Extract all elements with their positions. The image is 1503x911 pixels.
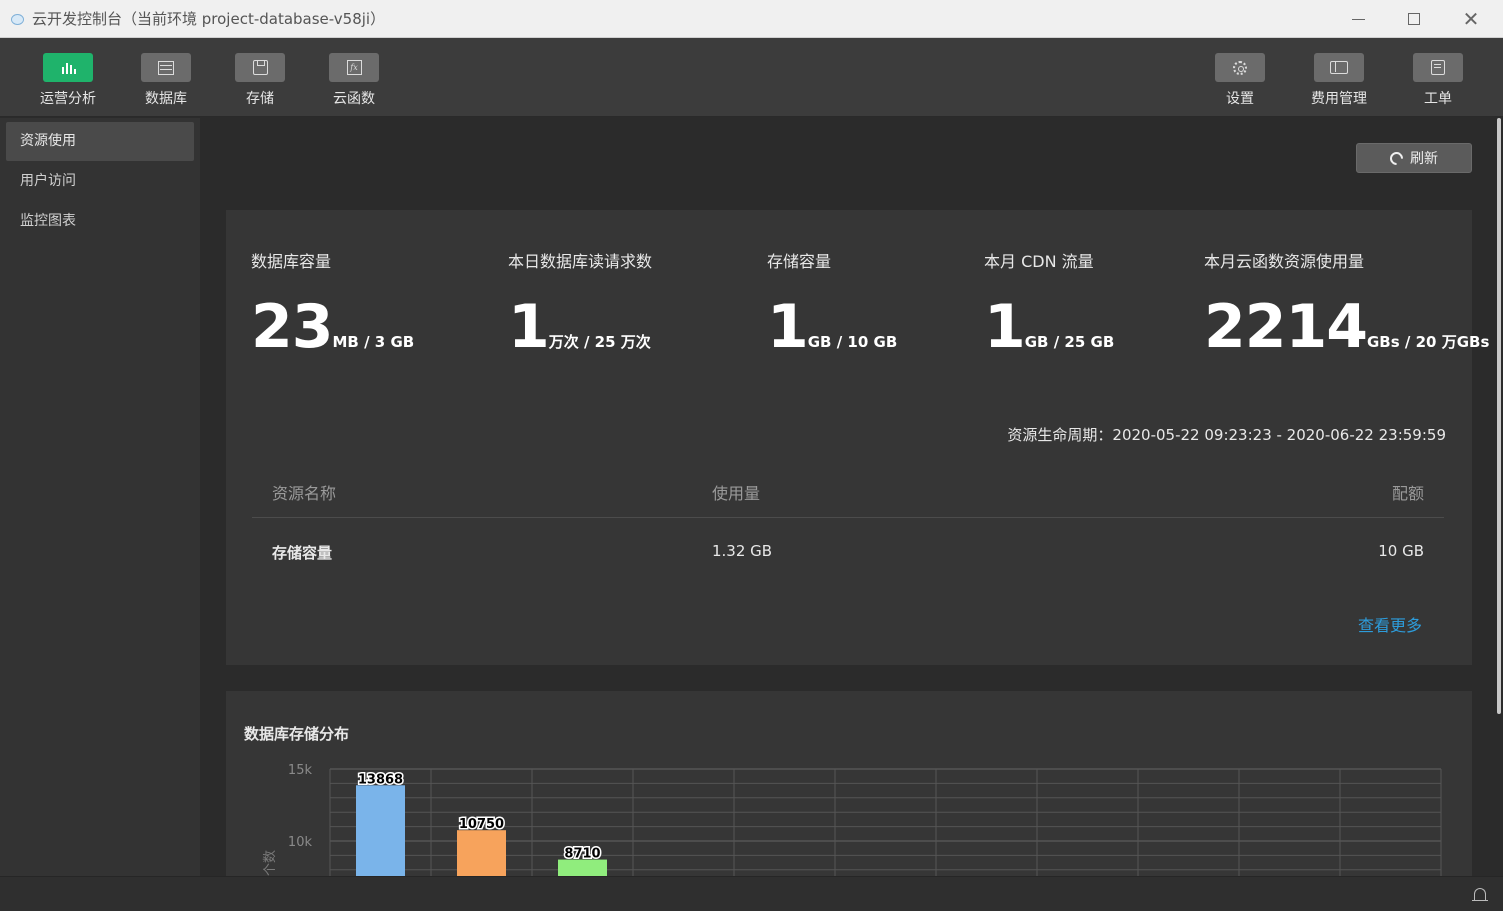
tool-analytics[interactable]: 运营分析 (28, 53, 108, 108)
refresh-button[interactable]: 刷新 (1356, 143, 1472, 173)
main-toolbar: 运营分析 数据库 存储 fx 云函数 设置 费用管理 工单 (0, 38, 1503, 117)
minimize-icon (1351, 18, 1365, 20)
y-tick-label: 15k (288, 763, 313, 778)
view-more-link[interactable]: 查看更多 (1358, 612, 1422, 636)
refresh-label: 刷新 (1410, 151, 1438, 167)
cell-usage: 1.32 GB (712, 542, 773, 560)
maximize-button[interactable] (1386, 0, 1442, 38)
cell-resource-name: 存储容量 (272, 544, 333, 562)
bar-data-label: 13868 (358, 772, 403, 787)
gear-icon (1233, 60, 1247, 75)
metric-label: 存储容量 (767, 252, 832, 271)
y-tick-label: 10k (288, 835, 313, 850)
header-quota: 配额 (1391, 484, 1424, 503)
tool-label: 工单 (1424, 91, 1452, 107)
title-bar: 云开发控制台（当前环境 project-database-v58ji） ✕ (0, 0, 1503, 38)
billing-icon (1330, 61, 1348, 74)
cell-quota: 10 GB (1378, 542, 1424, 560)
metric-unit: 万次 / 25 万次 (548, 333, 651, 351)
metric-unit: MB / 3 GB (332, 333, 415, 351)
storage-distribution-card: 数据库存储分布 15k 10k 个数 13868 10750 8710 (226, 691, 1472, 876)
tool-label: 设置 (1226, 91, 1254, 107)
tool-ticket[interactable]: 工单 (1398, 53, 1478, 108)
tool-billing[interactable]: 费用管理 (1299, 53, 1379, 108)
sidebar-item-resource-usage[interactable]: 资源使用 (6, 122, 194, 161)
metric-label: 本月云函数资源使用量 (1204, 252, 1365, 271)
bar-chart-icon (60, 61, 76, 75)
chart-bar (356, 785, 405, 876)
tool-label: 存储 (246, 91, 274, 107)
refresh-icon (1387, 148, 1406, 168)
tool-settings[interactable]: 设置 (1200, 53, 1280, 108)
metric-label: 本日数据库读请求数 (508, 252, 653, 271)
resource-lifecycle: 资源生命周期：2020-05-22 09:23:23 - 2020-06-22 … (1007, 426, 1446, 444)
tool-label: 数据库 (145, 91, 187, 107)
metric-label: 本月 CDN 流量 (984, 252, 1094, 271)
tool-label: 云函数 (333, 91, 375, 107)
tool-database[interactable]: 数据库 (126, 53, 206, 108)
table-header: 资源名称 使用量 配额 (252, 472, 1444, 518)
metric-functions: 本月云函数资源使用量 2214GBs / 20 万GBs (1204, 248, 1489, 362)
metric-unit: GB / 25 GB (1024, 333, 1115, 351)
storage-distribution-chart: 15k 10k 个数 13868 10750 8710 (263, 763, 1442, 876)
app-icon (10, 12, 24, 26)
tool-functions[interactable]: fx 云函数 (314, 53, 394, 108)
metric-db-reads: 本日数据库读请求数 1万次 / 25 万次 (508, 248, 652, 362)
metric-storage: 存储容量 1GB / 10 GB (767, 248, 897, 362)
metric-label: 数据库容量 (251, 252, 332, 271)
ticket-icon (1431, 60, 1445, 75)
close-button[interactable]: ✕ (1443, 0, 1499, 38)
bell-icon[interactable] (1472, 888, 1488, 901)
metric-db-capacity: 数据库容量 23MB / 3 GB (251, 248, 414, 362)
scrollbar-thumb[interactable] (1497, 118, 1501, 714)
metric-value: 2214 (1204, 292, 1368, 362)
metric-cdn: 本月 CDN 流量 1GB / 25 GB (984, 248, 1114, 362)
metric-value: 23 (251, 292, 333, 362)
metric-unit: GB / 10 GB (807, 333, 898, 351)
header-resource-name: 资源名称 (272, 484, 337, 503)
sidebar-item-user-access[interactable]: 用户访问 (6, 162, 194, 201)
database-icon (158, 60, 174, 75)
bar-data-label: 10750 (459, 817, 504, 832)
chart-bar (558, 859, 607, 876)
close-icon: ✕ (1462, 7, 1480, 31)
y-axis-label: 个数 (263, 850, 278, 876)
storage-icon (252, 60, 268, 75)
bar-data-label: 8710 (564, 847, 600, 862)
table-row: 存储容量 1.32 GB 10 GB (252, 534, 1444, 570)
metric-value: 1 (508, 292, 550, 362)
minimize-button[interactable] (1330, 0, 1386, 38)
status-bar (0, 876, 1503, 911)
window-title: 云开发控制台（当前环境 project-database-v58ji） (32, 10, 386, 28)
tool-label: 运营分析 (40, 91, 96, 107)
tool-storage[interactable]: 存储 (220, 53, 300, 108)
metric-value: 1 (984, 292, 1026, 362)
maximize-icon (1408, 13, 1420, 25)
sidebar: 资源使用 用户访问 监控图表 (0, 118, 200, 876)
metric-value: 1 (767, 292, 809, 362)
metric-unit: GBs / 20 万GBs (1367, 333, 1490, 351)
resource-usage-card: 数据库容量 23MB / 3 GB 本日数据库读请求数 1万次 / 25 万次 … (226, 210, 1489, 665)
chart-bar (457, 830, 506, 876)
header-usage: 使用量 (712, 484, 761, 503)
tool-label: 费用管理 (1311, 91, 1367, 107)
scrollbar[interactable] (1497, 118, 1503, 876)
function-icon: fx (346, 60, 362, 75)
main-content: 刷新 数据库容量 23MB / 3 GB 本日数据库读请求数 1万次 / 25 … (200, 118, 1497, 876)
sidebar-item-monitor-charts[interactable]: 监控图表 (6, 202, 194, 241)
